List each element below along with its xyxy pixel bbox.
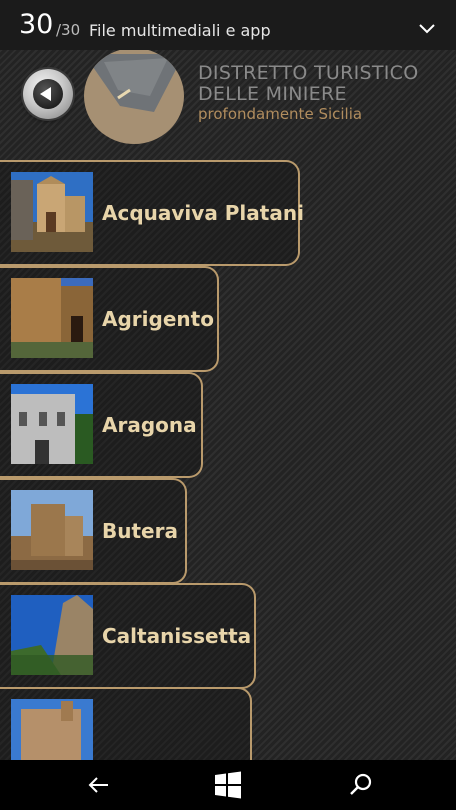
- brand-title-line2: DELLE MINIERE: [198, 83, 347, 105]
- back-button[interactable]: [23, 69, 73, 119]
- town-label: Agrigento: [102, 307, 214, 331]
- town-item-acquaviva-platani[interactable]: Acquaviva Platani: [0, 160, 304, 266]
- town-item-agrigento[interactable]: Agrigento: [0, 266, 219, 372]
- town-thumbnail: [11, 699, 93, 760]
- chevron-down-icon[interactable]: [418, 22, 436, 36]
- town-label: Aragona: [102, 413, 197, 437]
- brand-title-line1: DISTRETTO TURISTICO: [198, 62, 419, 84]
- search-icon[interactable]: [346, 770, 376, 800]
- town-thumbnail: [11, 490, 93, 570]
- town-item-butera[interactable]: Butera: [0, 478, 187, 584]
- image-counter-total: /30: [56, 21, 81, 39]
- brand-tagline: profondamente Sicilia: [198, 105, 363, 123]
- windows-logo-icon[interactable]: [213, 770, 243, 800]
- back-arrow-icon: [33, 79, 63, 109]
- town-item-caltanissetta[interactable]: Caltanissetta: [0, 583, 256, 689]
- viewer-top-bar: 30 /30 File multimediali e app: [0, 0, 456, 50]
- album-title[interactable]: File multimediali e app: [89, 21, 271, 41]
- town-label: Acquaviva Platani: [102, 201, 304, 225]
- back-arrow-icon[interactable]: [84, 770, 114, 800]
- town-label: Caltanissetta: [102, 624, 252, 648]
- town-item-aragona[interactable]: Aragona: [0, 372, 203, 478]
- town-label: Butera: [102, 519, 178, 543]
- town-item-partial[interactable]: [0, 687, 252, 760]
- district-logo: [84, 50, 184, 144]
- town-thumbnail: [11, 172, 93, 252]
- system-nav-bar: [0, 760, 456, 810]
- app-screen: DISTRETTO TURISTICO DELLE MINIERE profon…: [0, 50, 456, 760]
- image-counter-current: 30: [19, 9, 54, 40]
- town-thumbnail: [11, 384, 93, 464]
- town-thumbnail: [11, 595, 93, 675]
- town-thumbnail: [11, 278, 93, 358]
